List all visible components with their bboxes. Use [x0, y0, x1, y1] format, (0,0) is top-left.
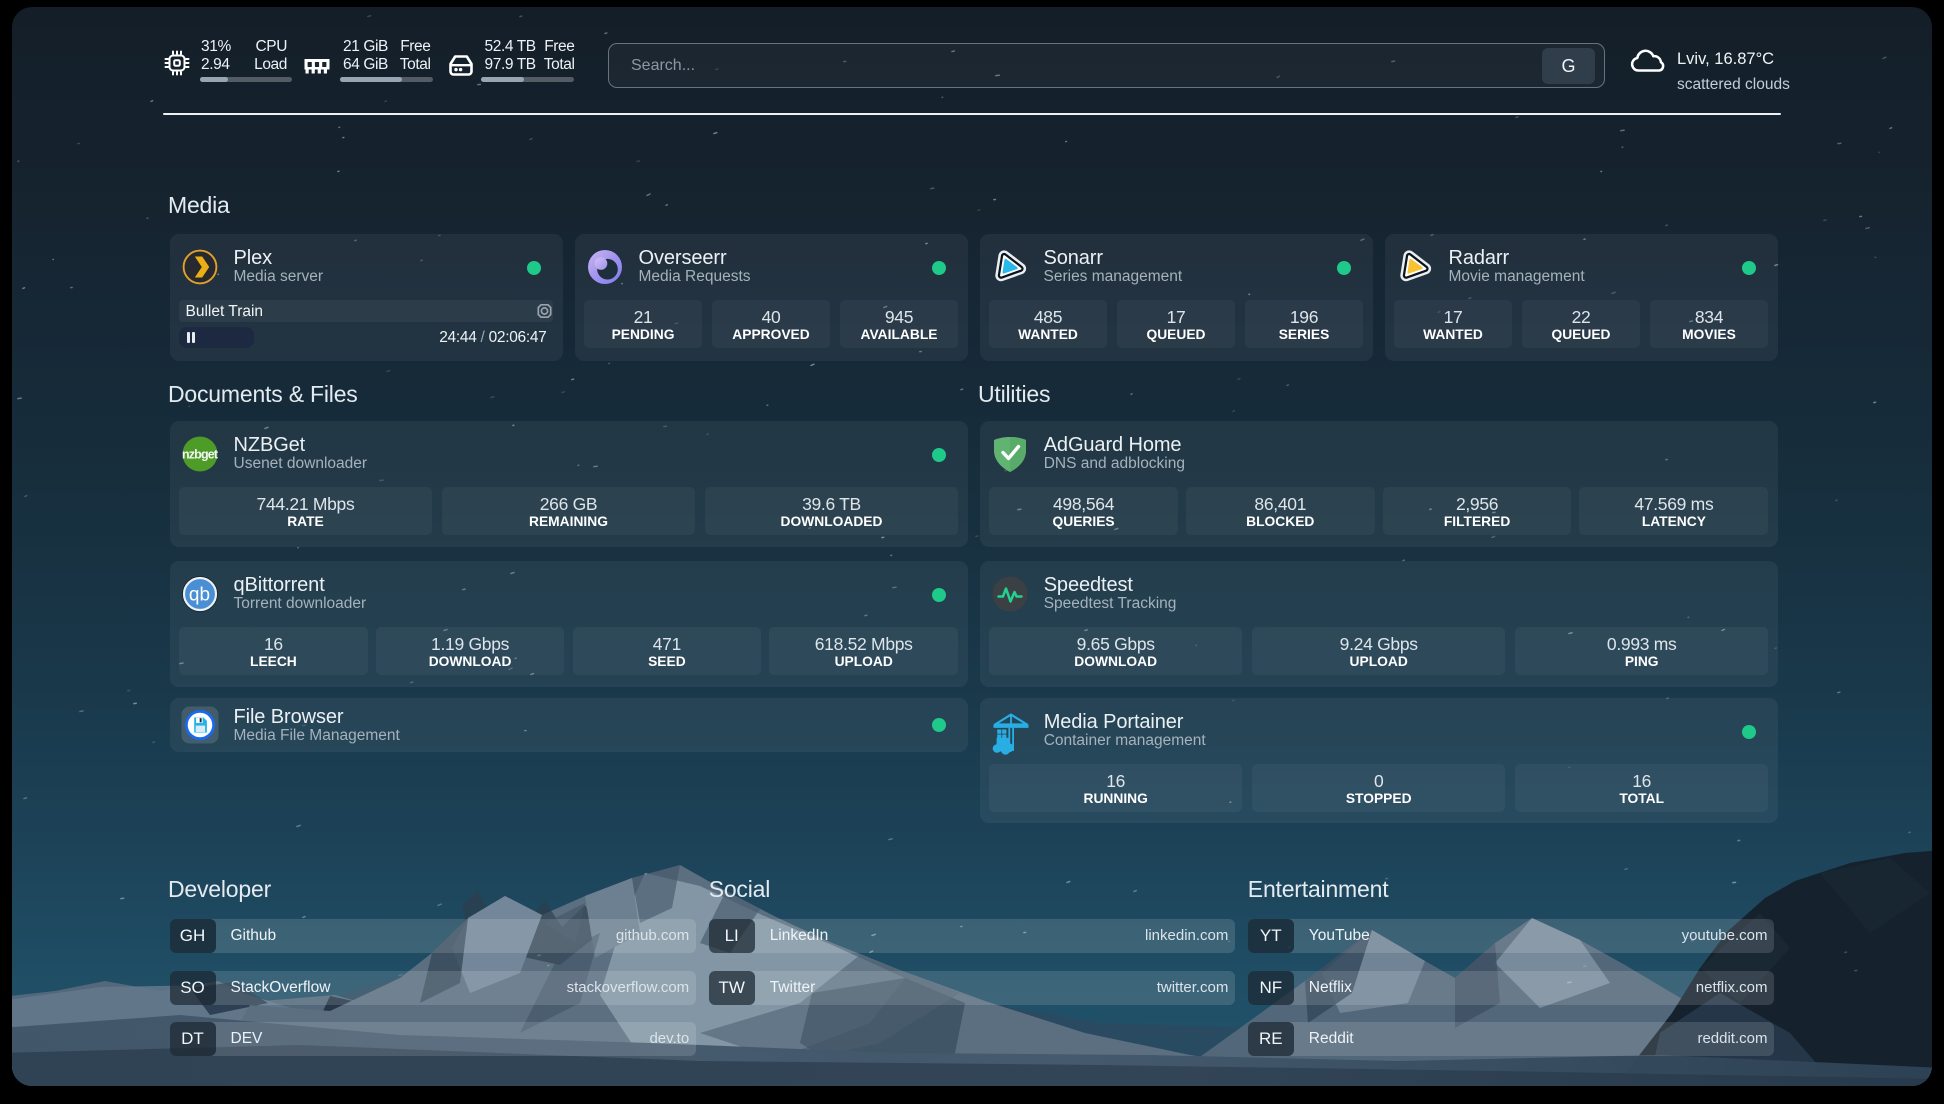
svg-text:qb: qb — [188, 585, 209, 606]
svg-text:nzbget: nzbget — [182, 448, 219, 462]
